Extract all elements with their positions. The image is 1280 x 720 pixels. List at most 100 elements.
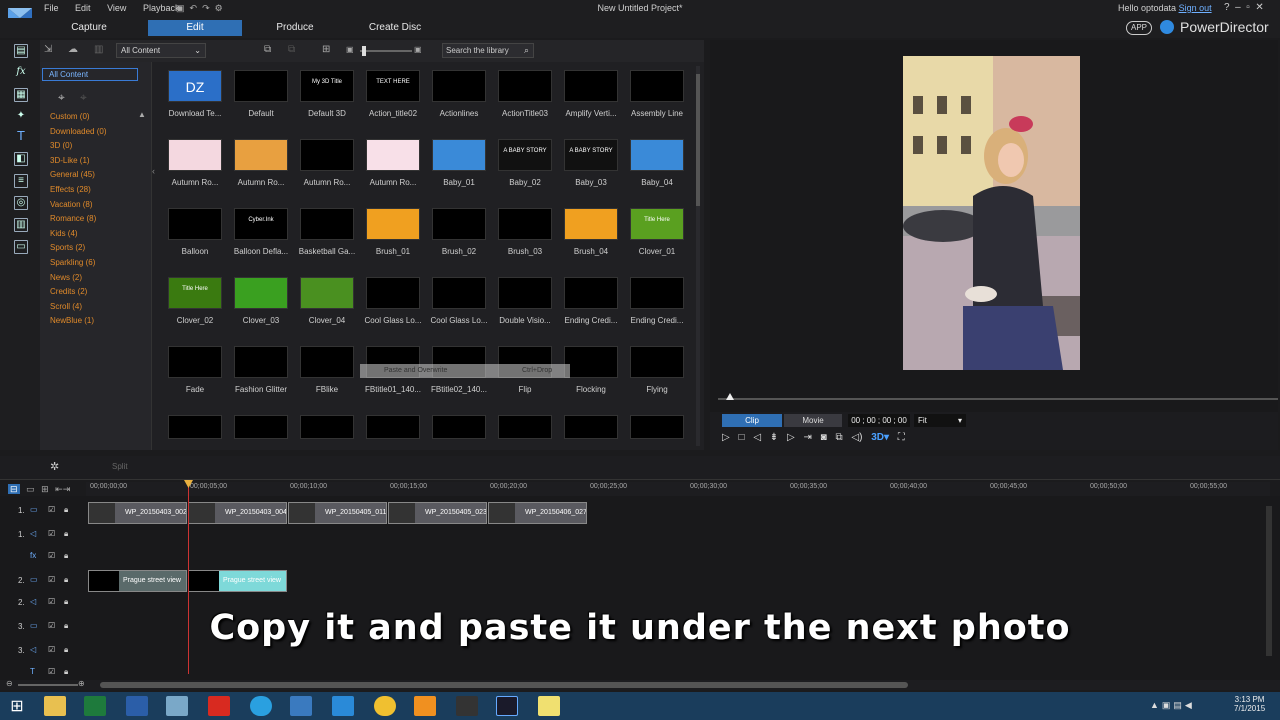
template-thumbnail[interactable]	[432, 415, 486, 439]
maximize-icon[interactable]: ▫	[1246, 2, 1250, 13]
template-thumbnail[interactable]	[630, 415, 684, 439]
template-thumbnail[interactable]	[234, 277, 288, 309]
template-thumbnail[interactable]	[300, 346, 354, 378]
template-thumbnail[interactable]	[630, 346, 684, 378]
template-thumbnail[interactable]	[432, 277, 486, 309]
fast-rewind-icon[interactable]: ⇟	[770, 432, 778, 443]
template-thumbnail[interactable]	[168, 346, 222, 378]
category-item[interactable]: General (45)	[50, 170, 95, 179]
template-thumbnail[interactable]	[564, 346, 618, 378]
template-thumbnail[interactable]	[630, 70, 684, 102]
notes-icon[interactable]	[538, 696, 560, 716]
scrollbar-thumb[interactable]	[696, 74, 700, 206]
zoom-in-icon[interactable]: ⊕	[78, 679, 85, 688]
system-tray[interactable]: ▲▣▤◀	[1150, 700, 1195, 711]
excel-icon[interactable]	[84, 696, 106, 716]
lock-icon[interactable]: 🔒︎	[64, 551, 68, 561]
media-room-icon[interactable]: ▤	[14, 44, 28, 58]
track-manager-icon[interactable]: ⊞	[41, 484, 49, 494]
list-view-icon[interactable]: ▣	[346, 45, 354, 54]
subtitle-room-icon[interactable]: ▭	[14, 240, 28, 254]
fullscreen-icon[interactable]: ⛶	[898, 432, 905, 443]
new-template-icon[interactable]: ⧉	[264, 44, 271, 55]
remove-tag-icon[interactable]: ⌖	[80, 90, 87, 105]
track-enable-checkbox[interactable]: ☑	[48, 667, 55, 676]
import-icon[interactable]: ⇲	[44, 44, 52, 55]
template-thumbnail[interactable]	[366, 277, 420, 309]
flash-icon[interactable]	[208, 696, 230, 716]
template-thumbnail[interactable]	[498, 277, 552, 309]
search-app-icon[interactable]	[414, 696, 436, 716]
category-item[interactable]: Kids (4)	[50, 229, 78, 238]
preview-scrubber[interactable]	[718, 393, 1278, 400]
template-thumbnail[interactable]: A BABY STORY	[564, 139, 618, 171]
template-thumbnail[interactable]	[234, 139, 288, 171]
template-thumbnail[interactable]	[300, 277, 354, 309]
template-thumbnail[interactable]	[564, 70, 618, 102]
powerdirector-taskbar-icon[interactable]	[496, 696, 518, 716]
slider-thumb[interactable]	[362, 46, 366, 56]
template-thumbnail[interactable]: TEXT HERE	[366, 70, 420, 102]
title-clip[interactable]: Prague street view	[188, 570, 287, 592]
transition-room-icon[interactable]: ◧	[14, 152, 28, 166]
collapse-panel-icon[interactable]: ‹	[152, 166, 155, 176]
lock-icon[interactable]: 🔒︎	[64, 529, 68, 539]
template-thumbnail[interactable]	[168, 415, 222, 439]
modify-icon[interactable]: ✲	[50, 460, 59, 473]
storyboard-view-icon[interactable]: ▭	[26, 484, 35, 494]
cloud-icon[interactable]: ☁	[68, 44, 78, 55]
zoom-slider[interactable]	[18, 684, 78, 686]
scroll-up-icon[interactable]: ▲	[138, 110, 146, 119]
category-item[interactable]: Credits (2)	[50, 287, 87, 296]
template-thumbnail[interactable]	[498, 415, 552, 439]
horizontal-scrollbar-thumb[interactable]	[100, 682, 908, 688]
word-icon[interactable]	[126, 696, 148, 716]
category-item[interactable]: Vacation (8)	[50, 200, 93, 209]
fast-forward-icon[interactable]: ⇥	[803, 432, 811, 443]
lock-icon[interactable]: 🔒︎	[64, 575, 68, 585]
template-thumbnail[interactable]: A BABY STORY	[498, 139, 552, 171]
stop-icon[interactable]: □	[738, 432, 744, 443]
large-view-icon[interactable]: ▣	[414, 45, 422, 54]
tab-capture[interactable]: Capture	[56, 20, 122, 36]
minimize-icon[interactable]: –	[1235, 2, 1241, 13]
video-clip[interactable]: WP_20150406_027	[488, 502, 587, 524]
category-item[interactable]: NewBlue (1)	[50, 316, 94, 325]
grid-view-icon[interactable]: ⊞	[322, 44, 330, 55]
pip-room-icon[interactable]: ▦	[14, 88, 28, 102]
template-thumbnail[interactable]	[300, 208, 354, 240]
fx-room-icon[interactable]: fx	[14, 66, 28, 80]
track-enable-checkbox[interactable]: ☑	[48, 597, 55, 606]
search-icon[interactable]: ⌕	[524, 44, 529, 57]
category-all-content[interactable]: All Content	[42, 68, 138, 81]
template-thumbnail[interactable]: DZ	[168, 70, 222, 102]
tab-edit[interactable]: Edit	[148, 20, 242, 36]
template-thumbnail[interactable]	[630, 277, 684, 309]
template-thumbnail[interactable]	[432, 139, 486, 171]
timeline-view-icon[interactable]: ⊟	[8, 484, 20, 494]
play-icon[interactable]: ▷	[722, 432, 730, 443]
track-enable-checkbox[interactable]: ☑	[48, 575, 55, 584]
template-thumbnail[interactable]	[498, 208, 552, 240]
clip-mode-button[interactable]: Clip	[722, 414, 782, 427]
plugin-icon[interactable]: ▥	[94, 44, 103, 55]
template-thumbnail[interactable]	[366, 208, 420, 240]
signout-link[interactable]: Sign out	[1179, 3, 1212, 13]
zoom-fit-select[interactable]: Fit ▾	[914, 414, 966, 427]
tab-create-disc[interactable]: Create Disc	[356, 20, 434, 36]
template-thumbnail[interactable]: My 3D Title	[300, 70, 354, 102]
grid-scrollbar[interactable]	[696, 66, 700, 446]
help-icon[interactable]: ?	[1224, 2, 1230, 13]
title-clip[interactable]: Prague street view	[88, 570, 187, 592]
content-filter-select[interactable]: All Content ⌄	[116, 43, 206, 58]
category-item[interactable]: Custom (0)	[50, 112, 90, 121]
template-thumbnail[interactable]	[234, 346, 288, 378]
snapshot-icon[interactable]: ◙	[821, 432, 827, 443]
category-item[interactable]: Scroll (4)	[50, 302, 82, 311]
audio-mixing-icon[interactable]: ≡	[14, 174, 28, 188]
template-thumbnail[interactable]	[630, 139, 684, 171]
search-input[interactable]: Search the library ⌕	[442, 43, 534, 58]
chrome-icon[interactable]	[374, 696, 396, 716]
template-thumbnail[interactable]	[564, 277, 618, 309]
network-icon[interactable]	[290, 696, 312, 716]
